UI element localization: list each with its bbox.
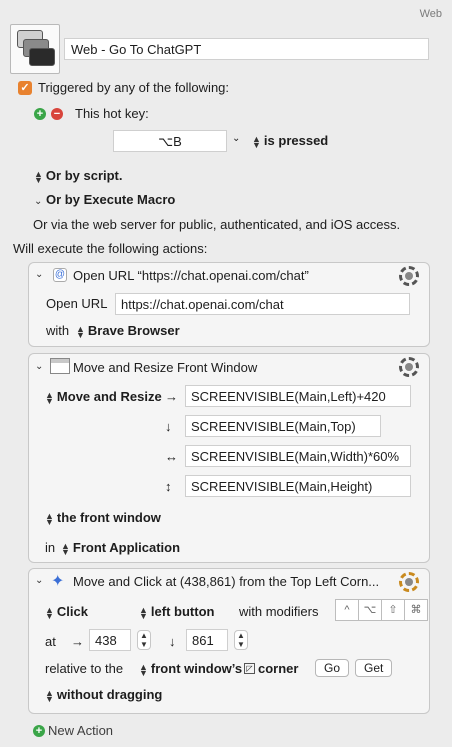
target-label: the front window [56, 510, 161, 525]
arrow-right-icon: → [165, 389, 178, 404]
target-window-select[interactable]: ▲ ▼ the front window [45, 510, 161, 527]
click-cursor-icon: ✦ [51, 573, 65, 590]
app-label: Front Application [72, 540, 181, 555]
in-label: in [45, 540, 56, 555]
by-script-disclosure[interactable]: ▲ ▼ Or by script. [34, 168, 123, 185]
drag-mode-label: without dragging [56, 687, 163, 702]
action-title: Open URL “https://chat.openai.com/chat” [73, 268, 309, 283]
click-type-select[interactable]: ▲ ▼ Click [45, 604, 88, 621]
will-execute-label: Will execute the following actions: [13, 241, 208, 256]
browser-label: Brave Browser [87, 323, 180, 338]
modifier-shift-button[interactable]: ⇧ [381, 599, 405, 621]
updown-icon: ▲ ▼ [45, 687, 54, 704]
web-server-text: Or via the web server for public, authen… [33, 217, 401, 232]
action-move-resize[interactable]: ⌄ Move and Resize Front Window ▲ ▼ Move an… [28, 353, 430, 563]
x-stepper[interactable]: ▲ ▼ [137, 630, 151, 650]
left-field[interactable]: SCREENVISIBLE(Main,Left)+420 [185, 385, 411, 407]
modifier-control-button[interactable]: ^ [335, 599, 359, 621]
trigger-enabled-checkbox[interactable]: ✓ [18, 81, 32, 95]
remove-trigger-icon[interactable]: − [51, 108, 63, 120]
updown-icon: ▲ ▼ [61, 540, 70, 557]
go-button[interactable]: Go [315, 659, 350, 677]
collapse-chevron-icon[interactable]: ⌄ [35, 361, 43, 372]
drag-mode-select[interactable]: ▲ ▼ without dragging [45, 687, 163, 704]
app-select[interactable]: ▲ ▼ Front Application [61, 540, 181, 557]
url-at-icon: @ [53, 268, 67, 282]
corner-label: corner [258, 661, 299, 676]
action-open-url[interactable]: ⌄ @ Open URL “https://chat.openai.com/ch… [28, 262, 430, 347]
url-field[interactable]: https://chat.openai.com/chat [115, 293, 410, 315]
updown-icon: ▲ ▼ [34, 168, 43, 185]
chevron-down-icon: ⌄ [34, 196, 43, 207]
move-resize-mode-select[interactable]: ▲ ▼ Move and Resize [45, 389, 162, 406]
modifier-option-button[interactable]: ⌥ [358, 599, 382, 621]
macro-group-label: Web [419, 8, 442, 20]
gear-icon[interactable] [399, 357, 419, 377]
relative-to-label: relative to the [45, 661, 124, 676]
relative-target-select[interactable]: ▲ ▼ front window’s [139, 661, 243, 678]
gear-icon[interactable] [399, 266, 419, 286]
action-move-click[interactable]: ⌄ ✦ Move and Click at (438,861) from the… [28, 568, 430, 714]
get-button[interactable]: Get [355, 659, 393, 677]
updown-icon: ▲ ▼ [139, 604, 148, 621]
click-type-label: Click [56, 604, 88, 619]
at-label: at [45, 634, 56, 649]
browser-select[interactable]: ▲ ▼ Brave Browser [76, 323, 180, 340]
by-script-label: Or by script. [45, 168, 123, 183]
updown-icon: ▲ ▼ [45, 604, 54, 621]
updown-icon: ▲ ▼ [45, 389, 54, 406]
button-label: left button [150, 604, 215, 619]
updown-icon: ▲ ▼ [76, 323, 85, 340]
by-execute-macro-label: Or by Execute Macro [46, 192, 176, 207]
mouse-button-select[interactable]: ▲ ▼ left button [139, 604, 215, 621]
chevron-down-icon[interactable]: ⌄ [232, 133, 240, 144]
top-field[interactable]: SCREENVISIBLE(Main,Top) [185, 415, 381, 437]
corner-picker-icon[interactable]: ◸ [244, 663, 255, 674]
y-coordinate-field[interactable]: 861 [186, 629, 228, 651]
with-label: with [46, 323, 70, 338]
collapse-chevron-icon[interactable]: ⌄ [35, 575, 43, 586]
with-modifiers-label: with modifiers [239, 604, 319, 619]
action-title: Move and Resize Front Window [73, 360, 258, 375]
add-trigger-icon[interactable]: + [34, 108, 46, 120]
x-coordinate-field[interactable]: 438 [89, 629, 131, 651]
arrow-down-icon: ↓ [165, 419, 172, 434]
new-action-button[interactable]: New Action [48, 723, 113, 738]
y-stepper[interactable]: ▲ ▼ [234, 630, 248, 650]
hotkey-label: This hot key: [75, 106, 149, 121]
new-action-plus-icon[interactable]: + [33, 725, 45, 737]
hotkey-state-select[interactable]: ▲ ▼ is pressed [252, 133, 329, 150]
hotkey-field[interactable]: ⌥B [113, 130, 227, 152]
macro-icon[interactable] [10, 24, 60, 74]
updown-icon: ▲ ▼ [45, 510, 54, 527]
macro-name-field[interactable]: Web - Go To ChatGPT [64, 38, 429, 60]
open-url-label: Open URL [46, 296, 108, 311]
gear-icon[interactable] [399, 572, 419, 592]
relative-target-label: front window’s [150, 661, 243, 676]
updown-icon: ▲ ▼ [139, 661, 148, 678]
collapse-chevron-icon[interactable]: ⌄ [35, 269, 43, 280]
modifier-command-button[interactable]: ⌘ [404, 599, 428, 621]
action-title: Move and Click at (438,861) from the Top… [73, 574, 380, 589]
width-field[interactable]: SCREENVISIBLE(Main,Width)*60% [185, 445, 411, 467]
by-execute-macro-disclosure[interactable]: ⌄ Or by Execute Macro [34, 192, 175, 207]
window-icon [50, 358, 70, 374]
arrow-up-down-icon: ↕ [165, 479, 172, 494]
arrow-left-right-icon: ↔ [165, 449, 178, 464]
mode-label: Move and Resize [56, 389, 162, 404]
hotkey-state-label: is pressed [263, 133, 329, 148]
trigger-header: Triggered by any of the following: [38, 80, 230, 95]
updown-icon: ▲ ▼ [252, 133, 261, 150]
height-field[interactable]: SCREENVISIBLE(Main,Height) [185, 475, 411, 497]
arrow-down-icon: ↓ [169, 634, 176, 649]
arrow-right-icon: → [71, 634, 84, 649]
